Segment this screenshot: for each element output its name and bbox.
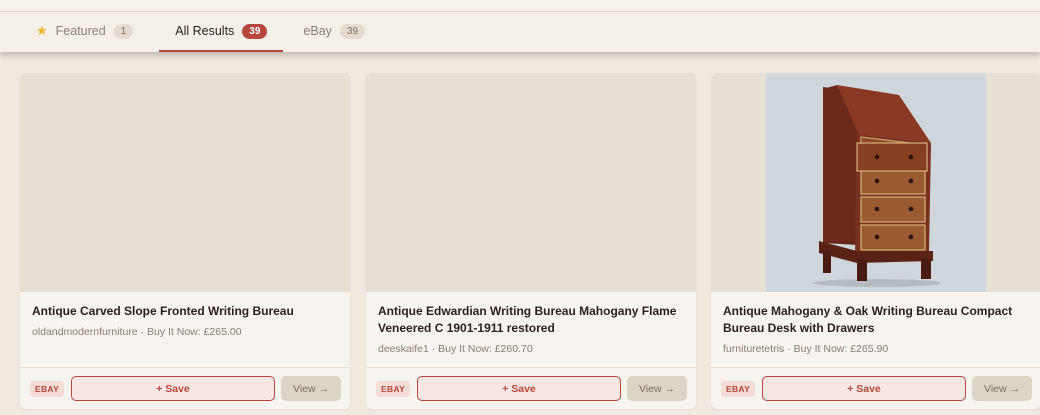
tab-bar: ★ Featured 1 All Results 39 eBay 39 [0,12,1040,52]
tab-ebay[interactable]: eBay 39 [291,12,377,52]
source-badge: EBAY [30,381,65,397]
tab-count: 39 [339,23,366,39]
writing-bureau-illustration [813,85,941,287]
tab-label: Featured [55,24,106,38]
tab-label: eBay [303,24,332,38]
top-strip [0,0,1040,12]
product-image-placeholder[interactable] [20,73,350,292]
save-button[interactable]: + Save [762,376,966,401]
card-title[interactable]: Antique Edwardian Writing Bureau Mahogan… [378,303,684,337]
save-button[interactable]: + Save [71,376,275,401]
tab-label: All Results [175,24,235,38]
result-card[interactable]: Antique Mahogany & Oak Writing Bureau Co… [711,73,1040,409]
card-divider [20,367,350,368]
tab-count: 39 [242,23,268,39]
source-badge: EBAY [376,381,411,397]
card-meta: deeskaife1 · Buy It Now: £260.70 [378,343,533,355]
star-icon: ★ [36,23,48,38]
view-button[interactable]: View → [627,376,687,401]
result-card[interactable]: Antique Carved Slope Fronted Writing Bur… [20,73,350,409]
card-divider [711,367,1040,368]
view-button[interactable]: View → [281,376,341,401]
product-image[interactable] [711,73,1040,292]
result-card[interactable]: Antique Edwardian Writing Bureau Mahogan… [366,73,696,409]
card-title[interactable]: Antique Carved Slope Fronted Writing Bur… [32,303,338,320]
view-button[interactable]: View → [972,376,1032,401]
tab-count: 1 [113,23,134,39]
card-meta: oldandmodernfurniture · Buy It Now: £265… [32,326,242,338]
tab-featured[interactable]: ★ Featured 1 [24,12,145,52]
card-title[interactable]: Antique Mahogany & Oak Writing Bureau Co… [723,303,1029,337]
tab-all-results[interactable]: All Results 39 [159,12,284,52]
results-grid: Antique Carved Slope Fronted Writing Bur… [20,73,1040,415]
card-divider [366,367,696,368]
product-image-placeholder[interactable] [366,73,696,292]
save-button[interactable]: + Save [417,376,621,401]
source-badge: EBAY [721,381,756,397]
card-meta: furnituretetris · Buy It Now: £265.90 [723,343,889,355]
